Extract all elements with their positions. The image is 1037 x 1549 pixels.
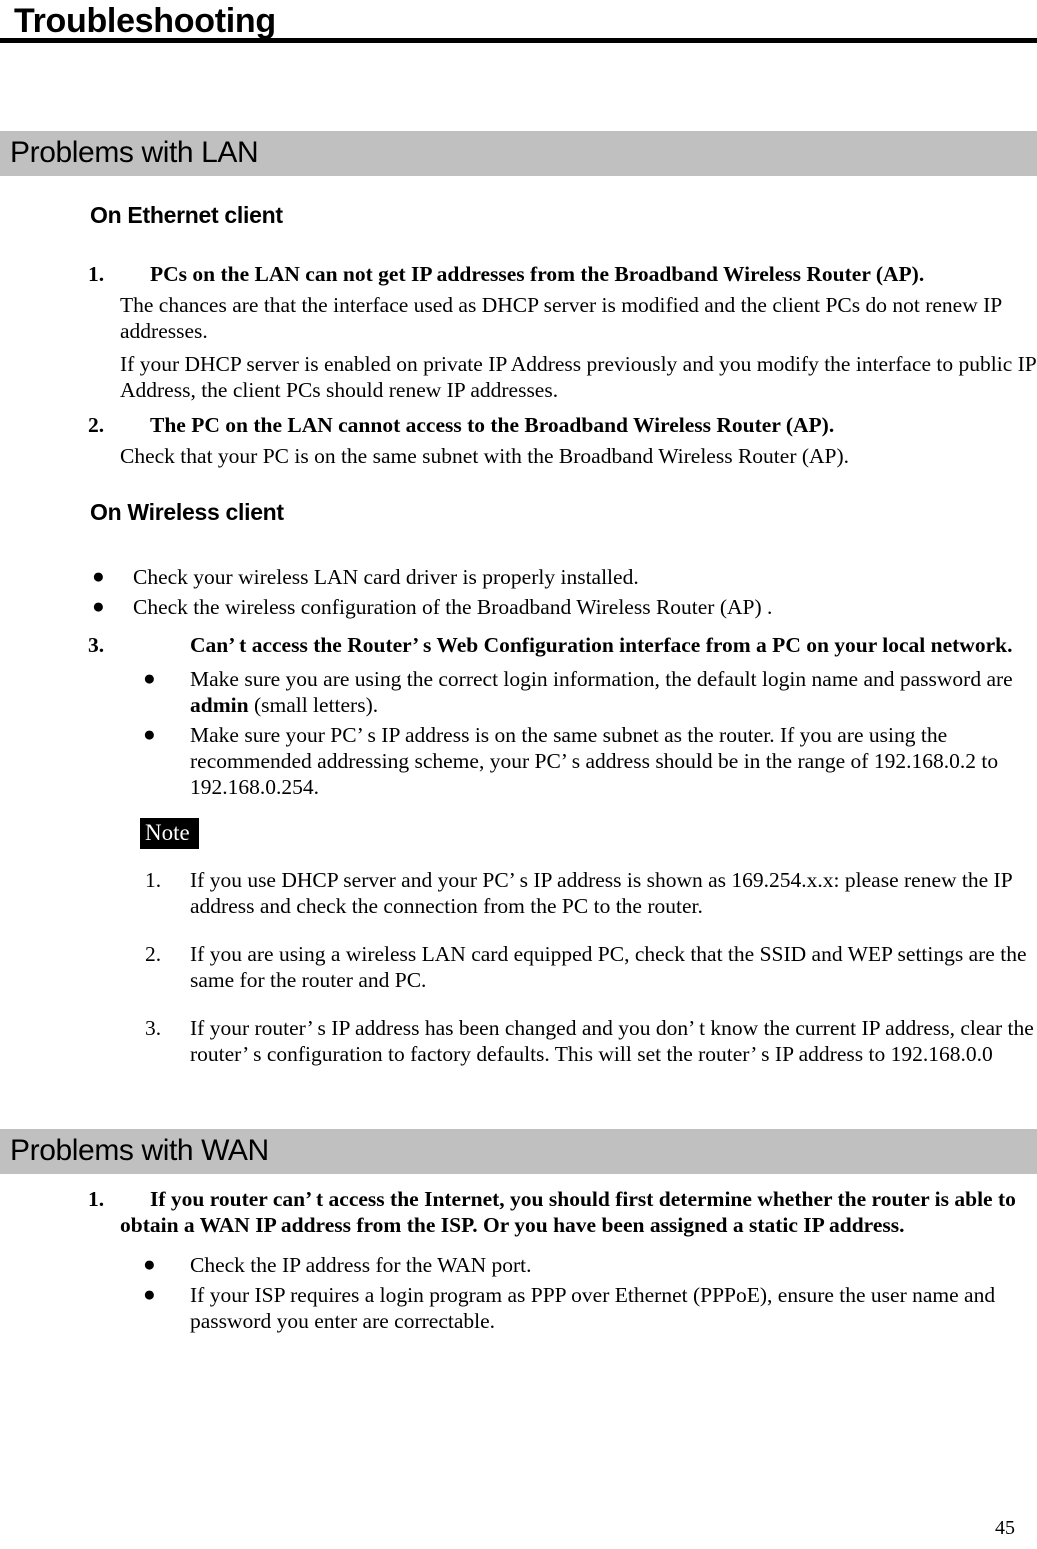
list-item-text-lead: Make sure you are using the correct logi… <box>190 667 1013 691</box>
list-item: ● Make sure your PC’ s IP address is on … <box>0 722 1037 800</box>
list-marker: 1. <box>88 262 105 286</box>
list-item-title: The PC on the LAN cannot access to the B… <box>150 413 835 437</box>
list-item-text: Check the wireless configuration of the … <box>133 595 773 619</box>
list-item: 2. If you are using a wireless LAN card … <box>0 941 1037 993</box>
list-marker: 1. <box>145 868 162 892</box>
list-item-text: If you use DHCP server and your PC’ s IP… <box>190 868 1012 918</box>
list-item: ● Check the wireless configuration of th… <box>0 594 1037 620</box>
note-badge: Note <box>140 818 199 849</box>
list-marker: 2. <box>88 413 105 437</box>
document-page: Troubleshooting Problems with LAN On Eth… <box>0 0 1037 1549</box>
page-number: 45 <box>995 1517 1015 1539</box>
list-marker: 1. <box>88 1187 105 1211</box>
list-marker: 3. <box>88 633 105 657</box>
list-item: 3. Can’ t access the Router’ s Web Confi… <box>0 632 1037 658</box>
list-item-text: If your ISP requires a login program as … <box>190 1283 996 1333</box>
list-item-text: Check your wireless LAN card driver is p… <box>133 565 639 589</box>
title-divider <box>0 38 1037 43</box>
list-item-text: Make sure you are using the correct logi… <box>190 667 1013 717</box>
bullet-icon: ● <box>143 666 156 690</box>
list-item-text: Make sure your PC’ s IP address is on th… <box>190 723 999 799</box>
page-title: Troubleshooting <box>14 2 276 40</box>
section-header-wan: Problems with WAN <box>0 1129 1037 1174</box>
list-item: ● If your ISP requires a login program a… <box>0 1282 1037 1334</box>
bullet-icon: ● <box>143 1252 156 1276</box>
subheading-on-wireless-client: On Wireless client <box>90 499 284 525</box>
list-item: 2. The PC on the LAN cannot access to th… <box>0 412 1037 438</box>
default-credential: admin <box>190 693 249 717</box>
paragraph: If your DHCP server is enabled on privat… <box>120 352 1036 402</box>
list-item-text-tail: (small letters). <box>248 693 379 717</box>
list-item: 1. PCs on the LAN can not get IP address… <box>0 261 1037 287</box>
list-item-title: PCs on the LAN can not get IP addresses … <box>150 262 925 286</box>
list-item: ● Check the IP address for the WAN port. <box>0 1252 1037 1278</box>
list-marker: 2. <box>145 942 162 966</box>
list-item: 3. If your router’ s IP address has been… <box>0 1015 1037 1067</box>
list-item-title: Can’ t access the Router’ s Web Configur… <box>190 633 1013 657</box>
list-item: ● Check your wireless LAN card driver is… <box>0 564 1037 590</box>
bullet-icon: ● <box>92 594 105 618</box>
list-item-text: Check the IP address for the WAN port. <box>190 1253 532 1277</box>
list-item-text: If you are using a wireless LAN card equ… <box>190 942 1027 992</box>
list-item-text: If your router’ s IP address has been ch… <box>190 1016 1034 1066</box>
bullet-icon: ● <box>92 564 105 588</box>
list-item: 1. If you router can’ t access the Inter… <box>0 1186 1037 1238</box>
list-item-title: If you router can’ t access the Internet… <box>120 1187 1016 1237</box>
section-header-lan: Problems with LAN <box>0 131 1037 176</box>
list-marker: 3. <box>145 1016 162 1040</box>
paragraph: The chances are that the interface used … <box>120 293 1002 343</box>
bullet-icon: ● <box>143 1282 156 1306</box>
list-item: 1. If you use DHCP server and your PC’ s… <box>0 867 1037 919</box>
subheading-on-ethernet-client: On Ethernet client <box>90 202 283 228</box>
note-badge-row: Note <box>0 818 1037 849</box>
paragraph: Check that your PC is on the same subnet… <box>120 444 850 468</box>
bullet-icon: ● <box>143 722 156 746</box>
list-item: ● Make sure you are using the correct lo… <box>0 666 1037 718</box>
